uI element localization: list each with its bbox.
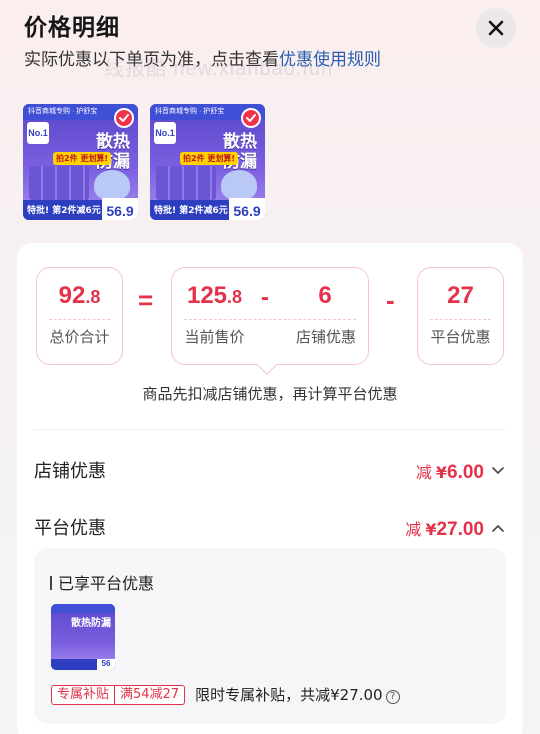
thumb-promo-pill: 拍2件 更划算!: [53, 152, 111, 165]
product-thumbnail[interactable]: 抖音商城专购 · 护舒宝 No.1 散热 防漏 拍2件 更划算! 特批! 第2件减…: [150, 104, 265, 220]
thumb-bottom-text: 特批! 第2件减6元: [27, 206, 101, 216]
store-discount-value: 6: [318, 282, 332, 309]
thumb-rank: No.1: [154, 122, 176, 144]
thumb-promo-pill: 拍2件 更划算!: [180, 152, 238, 165]
total-label: 总价合计: [49, 328, 110, 346]
platform-discount-amount: 减 ¥27.00: [405, 519, 484, 540]
subsidy-tag: 专属补贴: [51, 684, 116, 705]
minus-sign: -: [261, 284, 269, 311]
current-price-label: 当前售价: [184, 328, 245, 346]
store-discount-title: 店铺优惠: [34, 461, 106, 482]
mini-thumb-text: 散热防漏: [71, 618, 111, 629]
thumb-rank: No.1: [27, 122, 49, 144]
dash-divider: [430, 319, 491, 320]
divider: [34, 429, 506, 430]
store-discount-row[interactable]: 店铺优惠 减 ¥6.00: [34, 457, 506, 487]
callout-arrow: [257, 355, 277, 375]
product-thumbnail[interactable]: 抖音商城专购 · 护舒宝 No.1 散热 防漏 拍2件 更划算! 特批! 第2件减…: [23, 104, 138, 220]
chevron-down-icon[interactable]: [490, 463, 506, 479]
koala-mascot: [221, 170, 257, 200]
equals-sign: =: [138, 285, 154, 315]
platform-discount-label: 平台优惠: [430, 328, 491, 346]
thumb-brand: 抖音商城专购 · 护舒宝: [155, 108, 225, 115]
platform-discount-value: 27: [447, 282, 474, 309]
calculation-note: 商品先扣减店铺优惠，再计算平台优惠: [142, 385, 398, 403]
thumb-packs: [29, 166, 89, 200]
thumb-price: 56.9: [102, 198, 138, 220]
mini-product-thumbnail: 散热防漏 56: [51, 604, 115, 670]
product-thumbnails: 抖音商城专购 · 护舒宝 No.1 散热 防漏 拍2件 更划算! 特批! 第2件减…: [23, 104, 265, 220]
platform-discount-row[interactable]: 平台优惠 减 ¥27.00: [34, 514, 506, 544]
header: 价格明细 实际优惠以下单页为准，点击查看优惠使用规则 线报酷 new.xianb…: [24, 8, 520, 88]
enjoyed-heading: 已享平台优惠: [50, 570, 154, 594]
subsidy-description: 限时专属补贴，共减¥27.00?: [195, 684, 400, 705]
chevron-up-icon[interactable]: [490, 520, 506, 536]
dash-divider: [184, 319, 356, 320]
page-title: 价格明细: [24, 15, 120, 41]
question-icon[interactable]: ?: [385, 689, 400, 704]
close-button[interactable]: [476, 8, 516, 48]
enjoyed-platform-discount-panel: 已享平台优惠 散热防漏 56 专属补贴 满54减27 限时专属补贴，共减¥27.…: [34, 548, 506, 724]
selected-check-icon[interactable]: [114, 108, 134, 128]
platform-box: 27 平台优惠: [417, 267, 504, 365]
dash-divider: [49, 319, 110, 320]
close-icon[interactable]: [487, 19, 505, 37]
total-value: 92.8: [58, 282, 101, 309]
total-box: 92.8 总价合计: [36, 267, 123, 365]
platform-discount-title: 平台优惠: [34, 518, 106, 539]
subsidy-tags: 专属补贴 满54减27 限时专属补贴，共减¥27.00?: [51, 684, 400, 705]
current-price-box: 125.8 - 6 当前售价 店铺优惠: [171, 267, 369, 375]
mini-thumb-price: 56: [97, 659, 115, 670]
threshold-tag: 满54减27: [115, 684, 186, 705]
thumb-price: 56.9: [229, 198, 265, 220]
price-detail-card: 92.8 总价合计 = 125.8 - 6 当前售价 店铺优惠 - 27 平台优…: [17, 243, 523, 734]
thumb-packs: [156, 166, 216, 200]
current-price-value: 125.8: [186, 282, 243, 309]
thumb-brand: 抖音商城专购 · 护舒宝: [28, 108, 98, 115]
koala-mascot: [94, 170, 130, 200]
minus-sign: -: [386, 285, 395, 315]
thumb-bottom-text: 特批! 第2件减6元: [154, 206, 228, 216]
selected-check-icon[interactable]: [241, 108, 261, 128]
store-discount-amount: 减 ¥6.00: [415, 462, 484, 483]
store-discount-label: 店铺优惠: [295, 328, 356, 346]
watermark: 线报酷 new.xianbao.fun: [104, 58, 334, 80]
